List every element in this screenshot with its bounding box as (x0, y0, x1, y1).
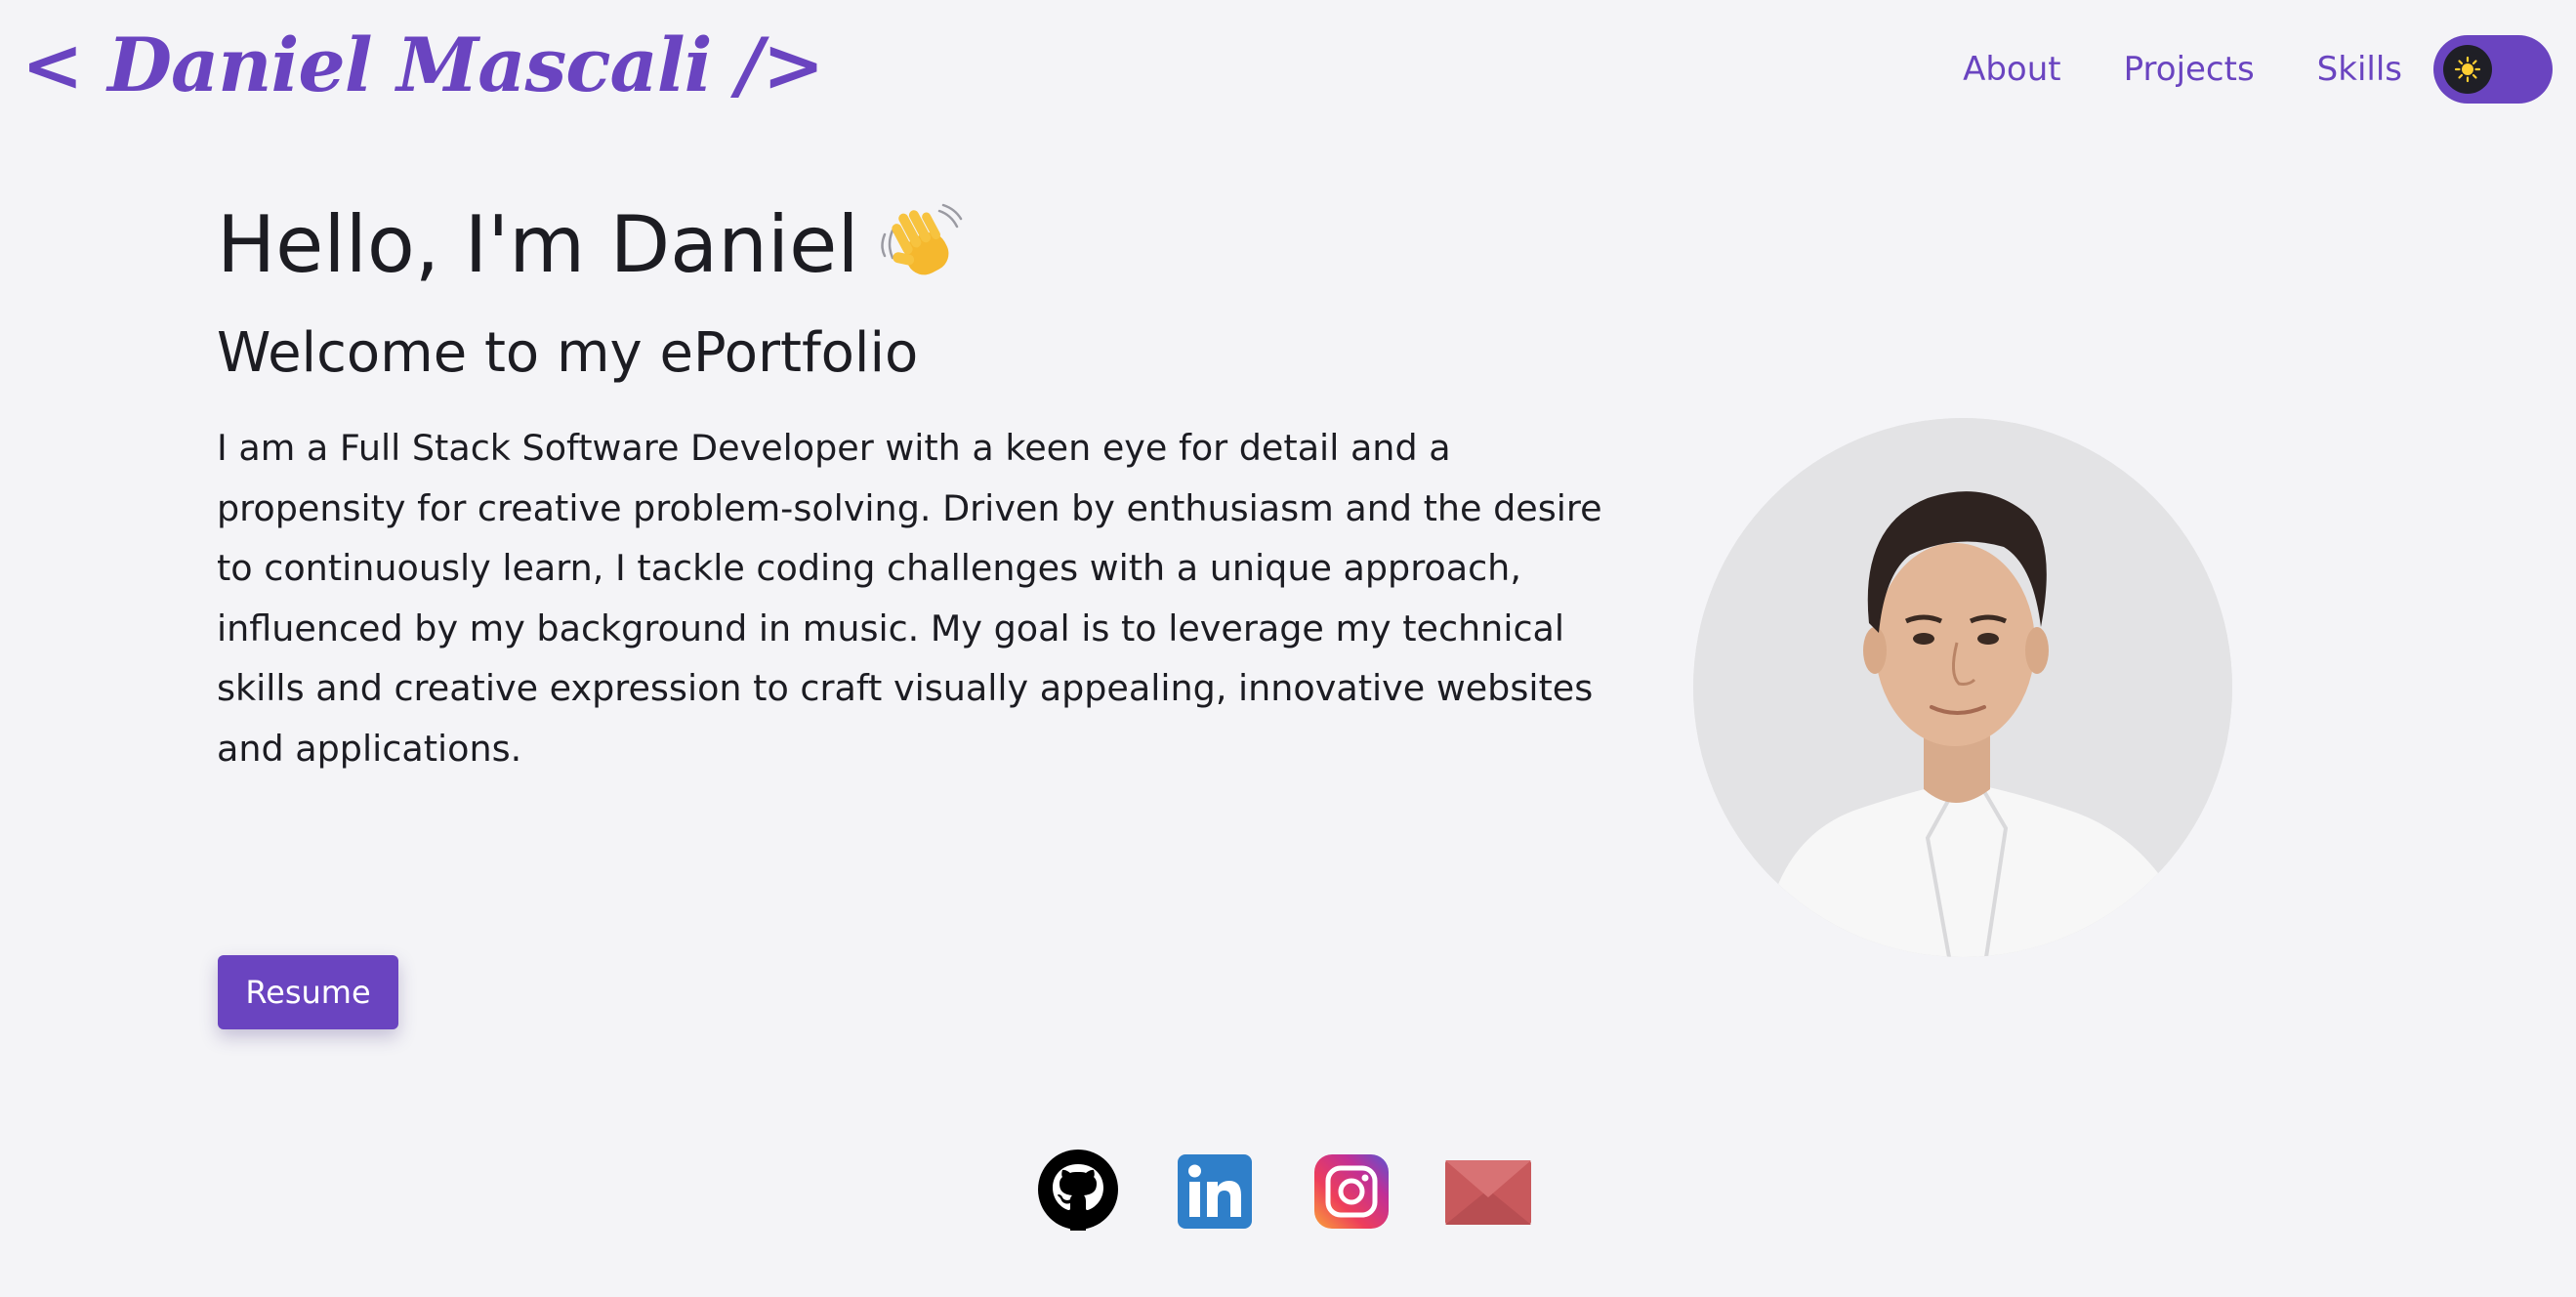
hero-bio: I am a Full Stack Software Developer wit… (217, 427, 1602, 770)
site-logo[interactable]: < Daniel Mascali /> (21, 8, 824, 123)
hero-subtitle: Welcome to my ePortfolio (217, 321, 919, 385)
email-icon (1445, 1160, 1531, 1225)
github-icon (1038, 1150, 1118, 1231)
theme-toggle[interactable] (2433, 35, 2553, 104)
linkedin-icon (1178, 1154, 1252, 1229)
resume-button[interactable]: Resume (218, 955, 398, 1029)
instagram-icon (1314, 1154, 1389, 1229)
github-link[interactable] (1037, 1149, 1119, 1234)
sun-icon (2454, 56, 2481, 83)
toggle-knob (2443, 45, 2492, 94)
linkedin-link[interactable] (1178, 1154, 1252, 1233)
waving-hand-icon (880, 203, 962, 275)
profile-photo (1693, 418, 2232, 957)
social-links (0, 1149, 2576, 1236)
instagram-link[interactable] (1314, 1154, 1389, 1233)
email-link[interactable] (1445, 1160, 1531, 1229)
nav-link-projects[interactable]: Projects (2124, 50, 2255, 89)
profile-portrait (1693, 418, 2232, 957)
main-nav: About Projects Skills (1963, 27, 2553, 111)
hero-greeting: Hello, I'm Daniel (217, 199, 859, 290)
nav-link-about[interactable]: About (1963, 50, 2061, 89)
hero-title: Hello, I'm Daniel (217, 191, 967, 299)
nav-link-skills[interactable]: Skills (2317, 50, 2402, 89)
